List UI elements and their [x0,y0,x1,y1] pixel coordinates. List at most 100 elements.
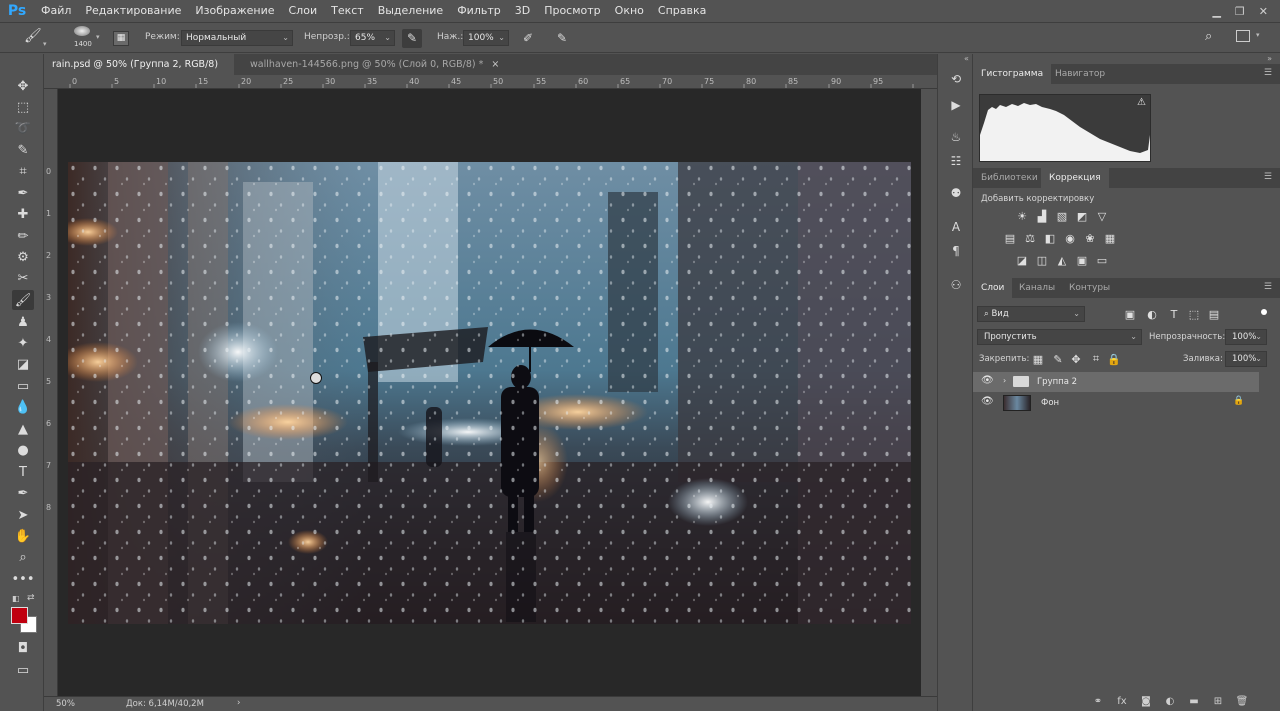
fill-field[interactable]: 100% ⌄ [1225,351,1267,367]
lock-artboard-icon[interactable]: ⌗ [1089,352,1103,365]
color-balance-icon[interactable]: ⚖ [1023,232,1037,245]
dodge-tool-icon[interactable]: ● [12,440,34,460]
minimize-icon[interactable]: ▁ [1212,5,1220,18]
brush-tool-preset-icon[interactable]: 🖌 [24,28,44,48]
tab-layers[interactable]: Слои [973,278,1013,298]
menu-window[interactable]: Окно [608,0,651,22]
art-brush-tool-icon[interactable]: ✦ [12,333,34,353]
pressure-field[interactable]: 100% ⌄ [463,30,509,46]
panel-menu-icon[interactable]: ☰ [1264,282,1272,292]
panel-menu-icon[interactable]: ☰ [1264,68,1272,78]
trash-icon[interactable]: 🗑 [1235,694,1249,708]
vertical-scrollbar[interactable] [921,89,937,696]
filter-shape-icon[interactable]: ⬚ [1187,308,1201,321]
lock-position-icon[interactable]: ✥ [1069,353,1083,366]
quick-mask-icon[interactable]: ◘ [12,638,34,658]
gradient-tool-icon[interactable]: ▭ [12,376,34,396]
pen-tool-icon[interactable]: ✒ [12,483,34,503]
character-icon[interactable]: A [947,218,965,236]
fx-icon[interactable]: fx [1115,694,1129,708]
brightness-icon[interactable]: ☀ [1015,210,1029,223]
panel-menu-icon[interactable]: ☰ [1264,172,1272,182]
menu-file[interactable]: Файл [34,0,78,22]
brush-tool-icon[interactable]: 🖌 [12,290,34,310]
default-colors-icon[interactable]: ◧ [12,594,20,603]
threshold-icon[interactable]: ◭ [1055,254,1069,267]
tab-adjustments[interactable]: Коррекция [1041,168,1109,188]
link-layers-icon[interactable]: ⚭ [1091,694,1105,708]
collapse-icon[interactable]: « [964,54,969,63]
collapse-panels-icon[interactable]: » [1267,54,1272,63]
path-select-tool-icon[interactable]: ➤ [12,505,34,525]
sharpen-tool-icon[interactable]: ▲ [12,419,34,439]
lock-all-icon[interactable]: 🔒 [1107,353,1121,366]
blur-tool-icon[interactable]: 💧 [12,397,34,417]
exposure-icon[interactable]: ◩ [1075,210,1089,223]
history-icon[interactable]: ⟲ [947,70,965,88]
actions-play-icon[interactable]: ▶ [947,96,965,114]
horizontal-ruler[interactable]: 0 5 10 15 20 25 30 35 40 45 50 55 60 65 … [44,75,937,89]
clone-stamp-tool-icon[interactable]: ⚙ [12,247,34,267]
black-white-icon[interactable]: ◧ [1043,232,1057,245]
menu-view[interactable]: Просмотр [537,0,607,22]
selective-color-icon[interactable]: ▣ [1075,254,1089,267]
layer-row-group[interactable]: 👁 › Группа 2 [973,372,1259,392]
zoom-level[interactable]: 50% [56,699,75,709]
foreground-color-swatch[interactable] [11,607,28,624]
filter-pixel-icon[interactable]: ▣ [1123,308,1137,321]
zoom-tool-icon[interactable]: ⌕ [12,547,34,567]
document-canvas-image[interactable] [68,162,911,624]
lasso-tool-icon[interactable]: ➰ [12,118,34,138]
crop-tool-icon[interactable]: ⌗ [12,161,34,181]
marquee-tool-icon[interactable]: ⬚ [12,97,34,117]
add-mask-icon[interactable]: ◙ [1139,694,1153,708]
tab-navigator[interactable]: Навигатор [1047,64,1113,84]
warning-icon[interactable]: ⚠ [1137,97,1146,108]
status-menu-arrow[interactable]: › [237,698,240,708]
filter-type-icon[interactable]: T [1167,308,1181,321]
color-lookup-icon[interactable]: ▦ [1103,232,1117,245]
gradient-map-icon[interactable]: ▭ [1095,254,1109,267]
tab-libraries[interactable]: Библиотеки [973,168,1046,188]
menu-layers[interactable]: Слои [282,0,325,22]
layer-kind-filter[interactable]: ⌕ Вид ⌄ [977,306,1085,322]
layer-name[interactable]: Фон [1041,398,1059,408]
tab-channels[interactable]: Каналы [1011,278,1063,298]
menu-help[interactable]: Справка [651,0,713,22]
channel-mixer-icon[interactable]: ❀ [1083,232,1097,245]
menu-type[interactable]: Текст [324,0,371,22]
tab-paths[interactable]: Контуры [1061,278,1118,298]
visibility-eye-icon[interactable]: 👁 [981,375,994,386]
menu-edit[interactable]: Редактирование [78,0,188,22]
new-group-icon[interactable]: ▬ [1187,694,1201,708]
paragraph-icon[interactable]: ¶ [947,242,965,260]
layer-row-background[interactable]: 👁 Фон 🔒 [973,393,1259,413]
eyedropper-tool-icon[interactable]: ✒ [12,183,34,203]
pressure-opacity-icon[interactable]: ✎ [402,29,422,48]
lock-pixels-icon[interactable]: ✎ [1051,353,1065,366]
filter-smart-object-icon[interactable]: ▤ [1207,308,1221,321]
stamp-tool-icon[interactable]: ♟ [12,312,34,332]
hue-saturation-icon[interactable]: ▤ [1003,232,1017,245]
invert-icon[interactable]: ◪ [1015,254,1029,267]
layer-opacity-field[interactable]: 100% ⌄ [1225,329,1267,345]
levels-icon[interactable]: ▟ [1035,210,1049,223]
close-tab-icon[interactable]: × [491,59,499,70]
eraser-tool-icon[interactable]: ◪ [12,354,34,374]
tab-histogram[interactable]: Гистограмма [973,64,1052,84]
hand-tool-icon[interactable]: ✋ [12,526,34,546]
pencil-tool-icon[interactable]: ✏ [12,226,34,246]
brush-settings-icon[interactable]: ♨ [947,128,965,146]
filter-toggle-icon[interactable] [1261,309,1267,315]
screen-mode-icon[interactable]: ▭ [12,660,34,680]
filter-adjustment-icon[interactable]: ◐ [1145,308,1159,321]
more-tools-icon[interactable]: ••• [12,569,35,589]
curves-icon[interactable]: ▧ [1055,210,1069,223]
layer-name[interactable]: Группа 2 [1037,377,1077,387]
visibility-eye-icon[interactable]: 👁 [981,396,994,407]
tab-rain[interactable]: rain.psd @ 50% (Группа 2, RGB/8) *× [44,54,234,91]
menu-image[interactable]: Изображение [188,0,281,22]
chevron-right-icon[interactable]: › [1003,376,1006,385]
airbrush-icon[interactable]: ✐ [518,29,538,48]
move-tool-icon[interactable]: ✥ [12,76,34,96]
